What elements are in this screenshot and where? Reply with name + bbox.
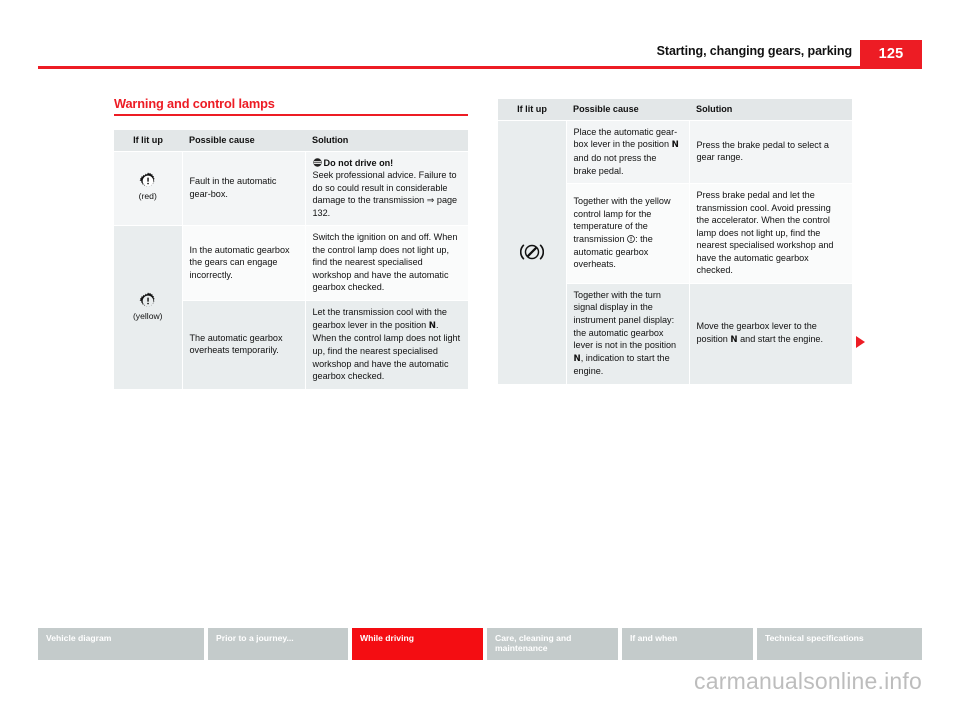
solution-body: Seek professional advice. Failure to do … [312, 170, 458, 218]
page-title: Starting, changing gears, parking [656, 44, 852, 58]
footer-navigation: Vehicle diagram Prior to a journey... Wh… [38, 628, 922, 660]
brake-pedal-prohibited-icon [519, 240, 544, 264]
solution-cell: Press the brake pedal to select a gear r… [689, 120, 852, 185]
possible-cause-cell: Place the automatic gear-box lever in th… [566, 120, 690, 185]
page-number-badge: 125 [860, 40, 922, 67]
lamp-indicator-cell-brake [498, 120, 567, 386]
section-heading-label: Warning and control lamps [114, 96, 275, 111]
cause-text-part1: Place the automatic gear-box lever in th… [573, 126, 678, 150]
table-header-row: If lit up Possible cause Solution [498, 99, 852, 121]
nav-item-technical-specifications[interactable]: Technical specifications [757, 628, 922, 660]
cause-text-part1: Together with the turn signal display in… [573, 289, 677, 351]
solution-cell: Press brake pedal and let the transmissi… [689, 183, 852, 284]
solution-lead: Do not drive on! [312, 157, 394, 168]
possible-cause-cell: The automatic gearbox overheats temporar… [182, 300, 306, 390]
nav-item-prior-to-a-journey[interactable]: Prior to a journey... [208, 628, 348, 660]
lamp-indicator-cell-yellow: (yellow) [114, 225, 183, 390]
lamp-color-label-yellow: (yellow) [132, 310, 163, 321]
solution-cell: Switch the ignition on and off. When the… [305, 225, 468, 302]
lamp-indicator-cell-red: (red) [114, 151, 183, 227]
gear-position-n: N [573, 353, 581, 364]
warning-lamps-table-right: If lit up Possible cause Solution Place … [498, 99, 852, 386]
solution-text-part2: and start the engine. [737, 333, 824, 344]
column-header-if-lit-up: If lit up [114, 130, 182, 152]
column-header-possible-cause: Possible cause [566, 99, 689, 121]
transmission-temperature-icon [627, 234, 635, 243]
solution-lead-text: Do not drive on! [323, 157, 394, 168]
cause-text-part2: , indication to start the engine. [573, 352, 670, 377]
lamp-color-label-red: (red) [138, 191, 157, 202]
solution-text-part1: Let the transmission cool with the gearb… [312, 307, 447, 330]
cause-text-part1: Together with the yellow control lamp fo… [573, 196, 671, 244]
possible-cause-cell: Fault in the automatic gear-box. [182, 151, 306, 227]
nav-item-while-driving[interactable]: While driving [352, 628, 483, 660]
column-header-if-lit-up: If lit up [498, 99, 566, 121]
nav-item-vehicle-diagram[interactable]: Vehicle diagram [38, 628, 204, 660]
do-not-drive-icon [312, 157, 322, 167]
possible-cause-cell: Together with the turn signal display in… [566, 283, 690, 386]
table-header-row: If lit up Possible cause Solution [114, 130, 468, 152]
section-heading: Warning and control lamps [114, 96, 468, 116]
section-heading-underline [114, 114, 468, 116]
nav-item-care-cleaning-maintenance[interactable]: Care, cleaning and maintenance [487, 628, 618, 660]
cause-text-part2: and do not press the brake pedal. [573, 152, 657, 176]
table-row: (yellow) In the automatic gearbox the ge… [114, 225, 468, 390]
table-row: (red) Fault in the automatic gear-box. D… [114, 151, 468, 227]
site-watermark: carmanualsonline.info [694, 668, 922, 694]
column-header-possible-cause: Possible cause [182, 130, 305, 152]
header-divider [38, 66, 922, 69]
table-row: Place the automatic gear-box lever in th… [498, 120, 852, 386]
gear-warning-icon [139, 291, 157, 310]
column-header-solution: Solution [689, 99, 852, 121]
possible-cause-cell: Together with the yellow control lamp fo… [566, 183, 690, 284]
nav-item-if-and-when[interactable]: If and when [622, 628, 753, 660]
possible-cause-cell: In the automatic gearbox the gears can e… [182, 225, 306, 302]
gear-position-n: N [428, 320, 436, 331]
solution-cell: Let the transmission cool with the gearb… [305, 300, 468, 390]
page-header: Starting, changing gears, parking 125 [38, 40, 922, 68]
gear-warning-icon [139, 172, 157, 190]
gear-position-n: N [671, 140, 679, 151]
solution-cell: Move the gearbox lever to the position N… [689, 283, 852, 386]
solution-cell: Do not drive on! Seek professional advic… [305, 151, 468, 227]
column-header-solution: Solution [305, 130, 468, 152]
continuation-arrow-icon [856, 336, 865, 348]
warning-lamps-table-left: If lit up Possible cause Solution (red) … [114, 130, 468, 390]
gear-position-n: N [730, 334, 738, 345]
